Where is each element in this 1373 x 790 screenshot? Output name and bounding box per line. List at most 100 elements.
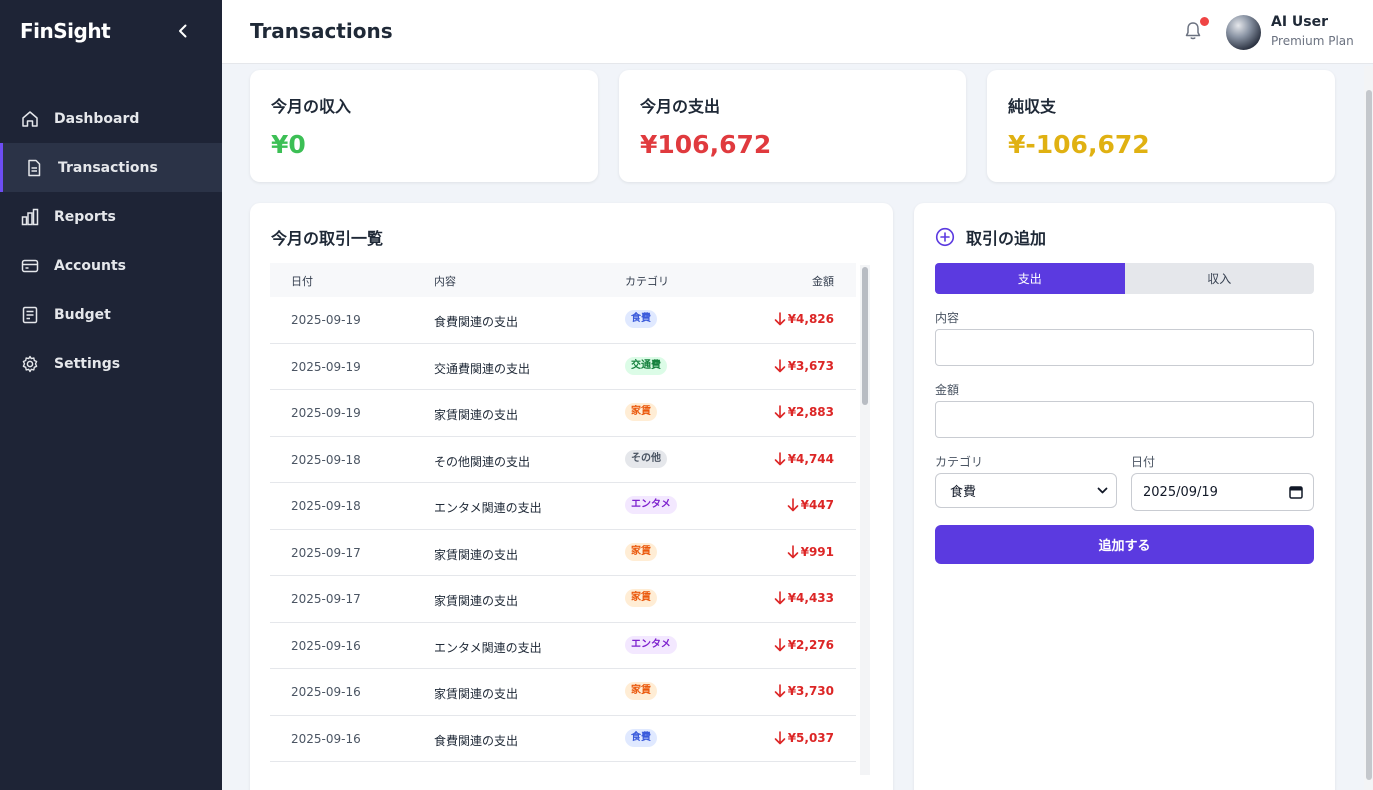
row-description: エンタメ関連の支出 <box>434 501 542 515</box>
sidebar-item-reports[interactable]: Reports <box>0 192 222 241</box>
chevron-left-icon[interactable] <box>174 22 192 40</box>
category-badge: エンタメ <box>625 496 677 514</box>
gear-icon <box>20 354 40 374</box>
arrow-down-icon <box>774 591 785 605</box>
sidebar-item-label: Budget <box>54 306 111 323</box>
row-date: 2025-09-19 <box>291 406 361 420</box>
column-description: 内容 <box>434 275 456 288</box>
category-badge: 食費 <box>625 310 657 328</box>
content-label: 内容 <box>935 311 960 325</box>
row-amount-value: ¥2,276 <box>787 637 834 652</box>
document-icon <box>24 158 44 178</box>
row-amount: ¥3,673 <box>774 359 834 373</box>
income-value: ¥0 <box>271 130 306 159</box>
table-header: 日付 内容 カテゴリ 金額 <box>270 263 856 297</box>
table-row[interactable]: 2025-09-16 エンタメ関連の支出 エンタメ ¥2,276 <box>270 623 856 669</box>
plus-circle-icon <box>935 227 955 247</box>
avatar[interactable] <box>1226 15 1261 50</box>
row-date: 2025-09-16 <box>291 638 361 653</box>
notification-badge <box>1199 16 1210 27</box>
ledger-icon <box>20 305 40 325</box>
table-row[interactable]: 2025-09-19 家賃関連の支出 家賃 ¥2,883 <box>270 390 856 437</box>
expense-value: ¥106,672 <box>640 130 772 159</box>
sidebar-item-label: Dashboard <box>54 110 140 127</box>
top-header: Transactions AI User Premium Plan <box>222 0 1373 64</box>
category-badge: 交通費 <box>625 356 667 375</box>
row-amount: ¥3,730 <box>774 684 834 698</box>
table-scrollbar[interactable] <box>860 265 870 775</box>
table-scrollbar-thumb[interactable] <box>862 267 868 405</box>
row-amount: ¥2,276 <box>774 638 834 652</box>
row-amount-value: ¥5,037 <box>787 730 834 745</box>
page-scrollbar-thumb[interactable] <box>1366 90 1372 780</box>
row-date: 2025-09-16 <box>291 685 361 699</box>
arrow-down-icon <box>774 358 785 372</box>
arrow-down-icon <box>774 451 785 465</box>
date-input-value: 2025/09/19 <box>1143 484 1218 500</box>
sidebar-nav: Dashboard Transactions Reports Accounts … <box>0 94 222 388</box>
expense-card: 今月の支出 ¥106,672 <box>619 70 966 182</box>
row-amount: ¥991 <box>787 545 834 559</box>
row-description: 交通費関連の支出 <box>434 361 531 376</box>
page-title: Transactions <box>250 19 393 43</box>
sidebar-item-label: Transactions <box>58 159 158 176</box>
credit-card-icon <box>20 256 40 276</box>
income-card: 今月の収入 ¥0 <box>250 70 598 182</box>
row-description: 家賃関連の支出 <box>434 594 519 608</box>
transactions-table: 日付 内容 カテゴリ 金額 2025-09-19 食費関連の支出 食費 ¥4,826 2… <box>270 263 858 775</box>
arrow-down-icon <box>787 544 798 558</box>
sidebar: FinSight Dashboard Transactions Reports … <box>0 0 222 790</box>
row-amount-value: ¥2,883 <box>787 405 834 419</box>
content-input[interactable] <box>935 329 1314 366</box>
row-amount-value: ¥3,730 <box>787 684 834 698</box>
row-description: その他関連の支出 <box>434 454 531 469</box>
sidebar-item-settings[interactable]: Settings <box>0 339 222 388</box>
table-row[interactable]: 2025-09-16 家賃関連の支出 家賃 ¥3,730 <box>270 669 856 716</box>
row-description: エンタメ関連の支出 <box>434 640 542 655</box>
table-row[interactable]: 2025-09-19 食費関連の支出 食費 ¥4,826 <box>270 297 856 344</box>
arrow-down-icon <box>774 730 785 744</box>
sidebar-item-dashboard[interactable]: Dashboard <box>0 94 222 143</box>
category-select-value: 食費 <box>950 485 977 500</box>
row-description: 家賃関連の支出 <box>434 408 519 422</box>
category-badge: 食費 <box>625 728 657 747</box>
row-amount: ¥4,744 <box>774 452 834 466</box>
sidebar-item-transactions[interactable]: Transactions <box>0 143 222 192</box>
row-description: 食費関連の支出 <box>434 315 519 329</box>
row-amount-value: ¥447 <box>800 498 834 512</box>
amount-input[interactable] <box>935 401 1314 438</box>
row-amount-value: ¥991 <box>800 544 834 559</box>
table-row[interactable]: 2025-09-18 その他関連の支出 その他 ¥4,744 <box>270 437 856 483</box>
table-row[interactable]: 2025-09-18 エンタメ関連の支出 エンタメ ¥447 <box>270 483 856 530</box>
date-input[interactable]: 2025/09/19 <box>1131 473 1314 511</box>
row-amount: ¥4,433 <box>774 591 834 605</box>
net-value: ¥-106,672 <box>1008 130 1150 159</box>
column-date: 日付 <box>291 275 313 288</box>
type-expense-button[interactable]: 支出 <box>935 263 1125 294</box>
table-row[interactable]: 2025-09-19 交通費関連の支出 交通費 ¥3,673 <box>270 344 856 390</box>
type-income-button[interactable]: 収入 <box>1125 263 1315 294</box>
calendar-icon[interactable] <box>1289 485 1303 499</box>
column-amount: 金額 <box>812 275 834 288</box>
sidebar-item-budget[interactable]: Budget <box>0 290 222 339</box>
row-date: 2025-09-18 <box>291 499 361 513</box>
transactions-card: 今月の取引一覧 日付 内容 カテゴリ 金額 2025-09-19 食費関連の支出食… <box>250 203 893 790</box>
category-select[interactable]: 食費 <box>935 473 1117 508</box>
category-badge: エンタメ <box>625 635 677 654</box>
page-scrollbar[interactable] <box>1364 66 1373 790</box>
row-amount-value: ¥4,433 <box>787 591 834 605</box>
row-date: 2025-09-17 <box>291 545 361 560</box>
chevron-down-icon <box>1097 487 1108 494</box>
table-row[interactable]: 2025-09-17 家賃関連の支出 家賃 ¥4,433 <box>270 576 856 623</box>
sidebar-item-accounts[interactable]: Accounts <box>0 241 222 290</box>
add-transaction-button[interactable]: 追加する <box>935 525 1314 564</box>
home-icon <box>20 109 40 129</box>
table-row[interactable]: 2025-09-16 食費関連の支出 食費 ¥5,037 <box>270 716 856 762</box>
net-card: 純収支 ¥-106,672 <box>987 70 1335 182</box>
brand-logo: FinSight <box>20 19 111 43</box>
row-amount-value: ¥3,673 <box>787 358 834 373</box>
category-badge: その他 <box>625 449 667 468</box>
sidebar-item-label: Reports <box>54 208 116 225</box>
category-badge: 家賃 <box>625 589 657 607</box>
table-row[interactable]: 2025-09-17 家賃関連の支出 家賃 ¥991 <box>270 530 856 576</box>
